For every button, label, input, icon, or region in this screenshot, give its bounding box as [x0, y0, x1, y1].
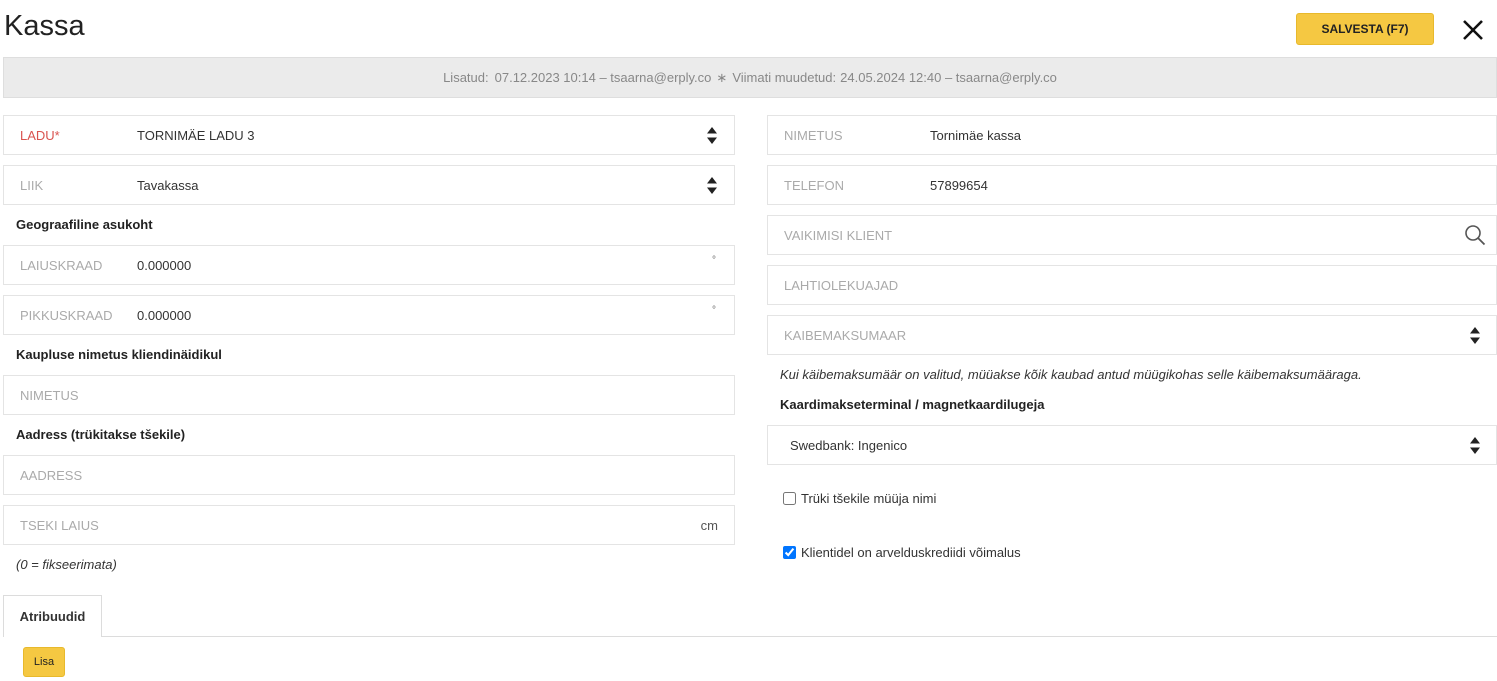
name-value[interactable]: Tornimäe kassa [930, 128, 1021, 143]
name-field[interactable]: NIMETUS Tornimäe kassa [767, 115, 1497, 155]
warehouse-value: TORNIMÄE LADU 3 [137, 127, 255, 143]
tab-attributes[interactable]: Atribuudid [3, 595, 102, 637]
receipt-width-hint: (0 = fikseerimata) [16, 557, 117, 572]
name-label: NIMETUS [784, 127, 843, 143]
added-label: Lisatud: [443, 70, 489, 85]
phone-label: TELEFON [784, 177, 844, 193]
latitude-label: LAIUSKRAAD [20, 257, 103, 273]
type-label: LIIK [20, 177, 44, 193]
meta-separator: ∗ [716, 69, 728, 85]
added-value: 07.12.2023 10:14 – tsaarna@erply.co [494, 70, 712, 85]
receipt-width-unit: cm [700, 517, 718, 533]
opening-hours-placeholder: LAHTIOLEKUAJAD [784, 277, 899, 293]
latitude-value[interactable]: 0.000000 [137, 258, 191, 273]
save-button[interactable]: SALVESTA (F7) [1296, 13, 1434, 45]
vat-rate-hint: Kui käibemaksumäär on valitud, müüakse k… [780, 367, 1362, 382]
phone-field[interactable]: TELEFON 57899654 [767, 165, 1497, 205]
longitude-label: PIKKUSKRAAD [20, 307, 113, 323]
address-placeholder: AADRESS [20, 467, 83, 483]
receipt-width-placeholder: TSEKI LAIUS [20, 517, 99, 533]
credit-allowed-checkbox[interactable] [783, 546, 796, 559]
address-heading: Aadress (trükitakse tšekile) [16, 427, 186, 442]
phone-value[interactable]: 57899654 [930, 178, 988, 193]
display-name-placeholder: NIMETUS [20, 387, 79, 403]
card-terminal-heading: Kaardimakseterminal / magnetkaardilugeja [780, 397, 1045, 412]
receipt-width-field[interactable]: TSEKI LAIUS cm [3, 505, 735, 545]
record-meta-bar: Lisatud: 07.12.2023 10:14 – tsaarna@erpl… [3, 57, 1497, 98]
latitude-unit: ° [712, 255, 716, 266]
warehouse-select[interactable]: LADU* TORNIMÄE LADU 3 [3, 115, 735, 155]
warehouse-label: LADU* [20, 127, 60, 143]
close-icon [1463, 20, 1483, 40]
modified-label: Viimati muudetud: [732, 70, 837, 85]
page-title: Kassa [4, 10, 85, 42]
print-seller-label: Trüki tšekile müüja nimi [801, 491, 937, 506]
credit-allowed-checkbox-row[interactable]: Klientidel on arvelduskrediidi võimalus [783, 545, 1021, 560]
longitude-field[interactable]: PIKKUSKRAAD 0.000000 ° [3, 295, 735, 335]
default-client-placeholder: VAIKIMISI KLIENT [784, 227, 893, 243]
address-field[interactable]: AADRESS [3, 455, 735, 495]
opening-hours-field[interactable]: LAHTIOLEKUAJAD [767, 265, 1497, 305]
modified-value: 24.05.2024 12:40 – tsaarna@erply.co [840, 70, 1057, 85]
sort-arrows-icon [1470, 327, 1480, 344]
card-terminal-select[interactable]: Swedbank: Ingenico [767, 425, 1497, 465]
search-icon[interactable] [1464, 224, 1486, 246]
longitude-value[interactable]: 0.000000 [137, 308, 191, 323]
vat-rate-placeholder: KAIBEMAKSUMAAR [784, 327, 907, 343]
sort-arrows-icon [707, 127, 717, 144]
display-name-field[interactable]: NIMETUS [3, 375, 735, 415]
type-select[interactable]: LIIK Tavakassa [3, 165, 735, 205]
geo-location-heading: Geograafiline asukoht [16, 217, 153, 232]
sort-arrows-icon [707, 177, 717, 194]
print-seller-checkbox-row[interactable]: Trüki tšekile müüja nimi [783, 491, 936, 506]
print-seller-checkbox[interactable] [783, 492, 796, 505]
add-attribute-button[interactable]: Lisa [23, 647, 65, 677]
card-terminal-value: Swedbank: Ingenico [790, 437, 908, 453]
display-name-heading: Kaupluse nimetus kliendinäidikul [16, 347, 222, 362]
vat-rate-select[interactable]: KAIBEMAKSUMAAR [767, 315, 1497, 355]
longitude-unit: ° [712, 305, 716, 316]
type-value: Tavakassa [137, 177, 199, 193]
tab-divider [102, 636, 1497, 637]
sort-arrows-icon [1470, 437, 1480, 454]
default-client-field[interactable]: VAIKIMISI KLIENT [767, 215, 1497, 255]
latitude-field[interactable]: LAIUSKRAAD 0.000000 ° [3, 245, 735, 285]
credit-allowed-label: Klientidel on arvelduskrediidi võimalus [801, 545, 1021, 560]
close-button[interactable] [1458, 14, 1488, 44]
